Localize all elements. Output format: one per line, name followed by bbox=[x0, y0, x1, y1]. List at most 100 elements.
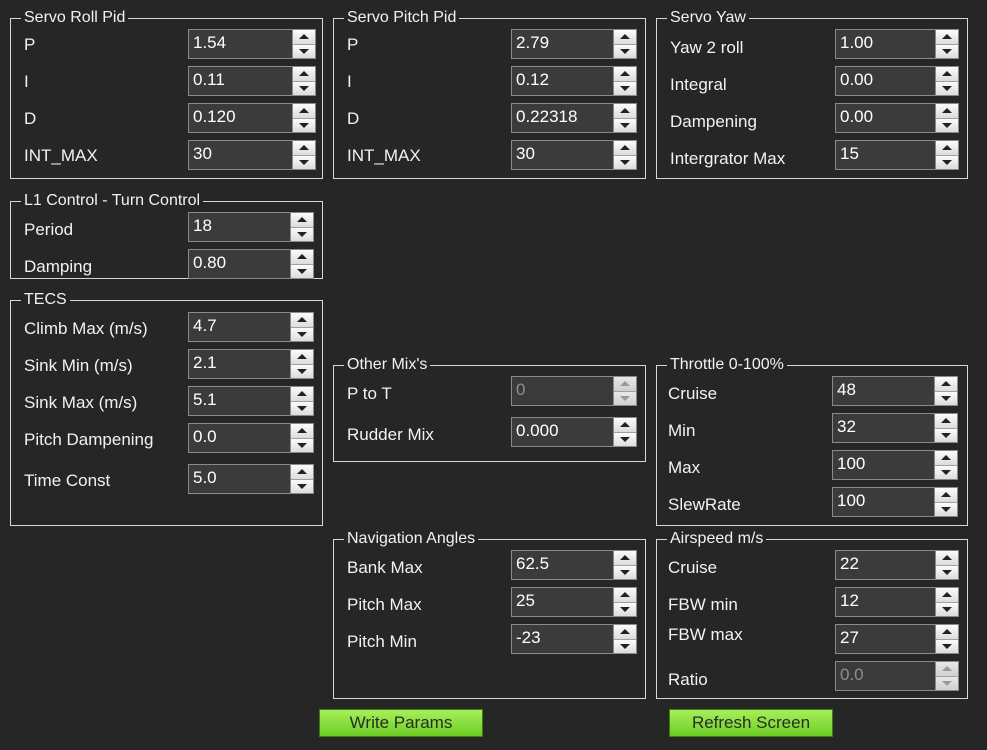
tecs-time-const-decrement-button[interactable] bbox=[291, 479, 313, 493]
l1-period-input[interactable]: 18 bbox=[188, 212, 314, 242]
roll-int-max-value[interactable]: 30 bbox=[188, 140, 292, 170]
throttle-slewrate-input[interactable]: 100 bbox=[832, 487, 958, 517]
roll-p-increment-button[interactable] bbox=[293, 30, 315, 45]
pitch-d-value[interactable]: 0.22318 bbox=[511, 103, 613, 133]
tecs-sink-min-increment-button[interactable] bbox=[291, 350, 313, 365]
l1-damping-value[interactable]: 0.80 bbox=[188, 249, 290, 279]
fbw-min-input[interactable]: 12 bbox=[835, 587, 959, 617]
l1-damping-decrement-button[interactable] bbox=[291, 264, 313, 278]
roll-int-max-decrement-button[interactable] bbox=[293, 155, 315, 169]
pitch-p-input[interactable]: 2.79 bbox=[511, 29, 637, 59]
yaw-2-roll-decrement-button[interactable] bbox=[936, 44, 958, 58]
tecs-sink-max-value[interactable]: 5.1 bbox=[188, 386, 290, 416]
roll-int-max-input[interactable]: 30 bbox=[188, 140, 316, 170]
throttle-cruise-value[interactable]: 48 bbox=[832, 376, 934, 406]
bank-max-decrement-button[interactable] bbox=[614, 565, 636, 579]
pitch-p-value[interactable]: 2.79 bbox=[511, 29, 613, 59]
tecs-climb-max-input[interactable]: 4.7 bbox=[188, 312, 314, 342]
pitch-min-input[interactable]: -23 bbox=[511, 624, 637, 654]
roll-i-input[interactable]: 0.11 bbox=[188, 66, 316, 96]
pitch-d-input[interactable]: 0.22318 bbox=[511, 103, 637, 133]
l1-damping-input[interactable]: 0.80 bbox=[188, 249, 314, 279]
roll-d-value[interactable]: 0.120 bbox=[188, 103, 292, 133]
tecs-climb-max-value[interactable]: 4.7 bbox=[188, 312, 290, 342]
roll-i-increment-button[interactable] bbox=[293, 67, 315, 82]
airspeed-cruise-decrement-button[interactable] bbox=[936, 565, 958, 579]
yaw-integrator-max-input[interactable]: 15 bbox=[835, 140, 959, 170]
roll-d-increment-button[interactable] bbox=[293, 104, 315, 119]
rudder-mix-increment-button[interactable] bbox=[614, 418, 636, 433]
yaw-dampening-decrement-button[interactable] bbox=[936, 118, 958, 132]
roll-p-input[interactable]: 1.54 bbox=[188, 29, 316, 59]
tecs-pitch-dampening-decrement-button[interactable] bbox=[291, 438, 313, 452]
throttle-max-increment-button[interactable] bbox=[935, 451, 957, 466]
tecs-pitch-dampening-increment-button[interactable] bbox=[291, 424, 313, 439]
yaw-dampening-value[interactable]: 0.00 bbox=[835, 103, 935, 133]
pitch-int-max-increment-button[interactable] bbox=[614, 141, 636, 156]
tecs-sink-max-input[interactable]: 5.1 bbox=[188, 386, 314, 416]
l1-period-increment-button[interactable] bbox=[291, 213, 313, 228]
pitch-i-decrement-button[interactable] bbox=[614, 81, 636, 95]
yaw-integrator-max-decrement-button[interactable] bbox=[936, 155, 958, 169]
pitch-min-increment-button[interactable] bbox=[614, 625, 636, 640]
yaw-integral-value[interactable]: 0.00 bbox=[835, 66, 935, 96]
pitch-max-input[interactable]: 25 bbox=[511, 587, 637, 617]
roll-p-decrement-button[interactable] bbox=[293, 44, 315, 58]
tecs-time-const-value[interactable]: 5.0 bbox=[188, 464, 290, 494]
throttle-cruise-input[interactable]: 48 bbox=[832, 376, 958, 406]
fbw-min-increment-button[interactable] bbox=[936, 588, 958, 603]
pitch-max-increment-button[interactable] bbox=[614, 588, 636, 603]
roll-d-decrement-button[interactable] bbox=[293, 118, 315, 132]
throttle-cruise-increment-button[interactable] bbox=[935, 377, 957, 392]
pitch-min-decrement-button[interactable] bbox=[614, 639, 636, 653]
tecs-sink-max-decrement-button[interactable] bbox=[291, 401, 313, 415]
pitch-i-increment-button[interactable] bbox=[614, 67, 636, 82]
airspeed-cruise-increment-button[interactable] bbox=[936, 551, 958, 566]
throttle-max-decrement-button[interactable] bbox=[935, 465, 957, 479]
fbw-max-value[interactable]: 27 bbox=[835, 624, 935, 654]
fbw-max-input[interactable]: 27 bbox=[835, 624, 959, 654]
l1-damping-increment-button[interactable] bbox=[291, 250, 313, 265]
l1-period-value[interactable]: 18 bbox=[188, 212, 290, 242]
yaw-integral-increment-button[interactable] bbox=[936, 67, 958, 82]
rudder-mix-value[interactable]: 0.000 bbox=[511, 417, 613, 447]
pitch-int-max-input[interactable]: 30 bbox=[511, 140, 637, 170]
pitch-i-value[interactable]: 0.12 bbox=[511, 66, 613, 96]
throttle-min-increment-button[interactable] bbox=[935, 414, 957, 429]
pitch-min-value[interactable]: -23 bbox=[511, 624, 613, 654]
throttle-cruise-decrement-button[interactable] bbox=[935, 391, 957, 405]
tecs-pitch-dampening-value[interactable]: 0.0 bbox=[188, 423, 290, 453]
refresh-screen-button[interactable]: Refresh Screen bbox=[669, 709, 833, 737]
fbw-min-value[interactable]: 12 bbox=[835, 587, 935, 617]
bank-max-input[interactable]: 62.5 bbox=[511, 550, 637, 580]
tecs-time-const-input[interactable]: 5.0 bbox=[188, 464, 314, 494]
roll-int-max-increment-button[interactable] bbox=[293, 141, 315, 156]
yaw-integrator-max-value[interactable]: 15 bbox=[835, 140, 935, 170]
write-params-button[interactable]: Write Params bbox=[319, 709, 483, 737]
tecs-time-const-increment-button[interactable] bbox=[291, 465, 313, 480]
yaw-integral-decrement-button[interactable] bbox=[936, 81, 958, 95]
throttle-max-input[interactable]: 100 bbox=[832, 450, 958, 480]
tecs-sink-min-decrement-button[interactable] bbox=[291, 364, 313, 378]
fbw-max-decrement-button[interactable] bbox=[936, 639, 958, 653]
pitch-int-max-decrement-button[interactable] bbox=[614, 155, 636, 169]
tecs-sink-min-input[interactable]: 2.1 bbox=[188, 349, 314, 379]
roll-i-value[interactable]: 0.11 bbox=[188, 66, 292, 96]
throttle-max-value[interactable]: 100 bbox=[832, 450, 934, 480]
yaw-2-roll-value[interactable]: 1.00 bbox=[835, 29, 935, 59]
throttle-min-value[interactable]: 32 bbox=[832, 413, 934, 443]
rudder-mix-input[interactable]: 0.000 bbox=[511, 417, 637, 447]
fbw-min-decrement-button[interactable] bbox=[936, 602, 958, 616]
bank-max-value[interactable]: 62.5 bbox=[511, 550, 613, 580]
pitch-i-input[interactable]: 0.12 bbox=[511, 66, 637, 96]
yaw-integrator-max-increment-button[interactable] bbox=[936, 141, 958, 156]
rudder-mix-decrement-button[interactable] bbox=[614, 432, 636, 446]
tecs-climb-max-increment-button[interactable] bbox=[291, 313, 313, 328]
throttle-min-input[interactable]: 32 bbox=[832, 413, 958, 443]
airspeed-cruise-input[interactable]: 22 bbox=[835, 550, 959, 580]
yaw-dampening-input[interactable]: 0.00 bbox=[835, 103, 959, 133]
tecs-sink-min-value[interactable]: 2.1 bbox=[188, 349, 290, 379]
yaw-2-roll-increment-button[interactable] bbox=[936, 30, 958, 45]
tecs-sink-max-increment-button[interactable] bbox=[291, 387, 313, 402]
throttle-slewrate-value[interactable]: 100 bbox=[832, 487, 934, 517]
